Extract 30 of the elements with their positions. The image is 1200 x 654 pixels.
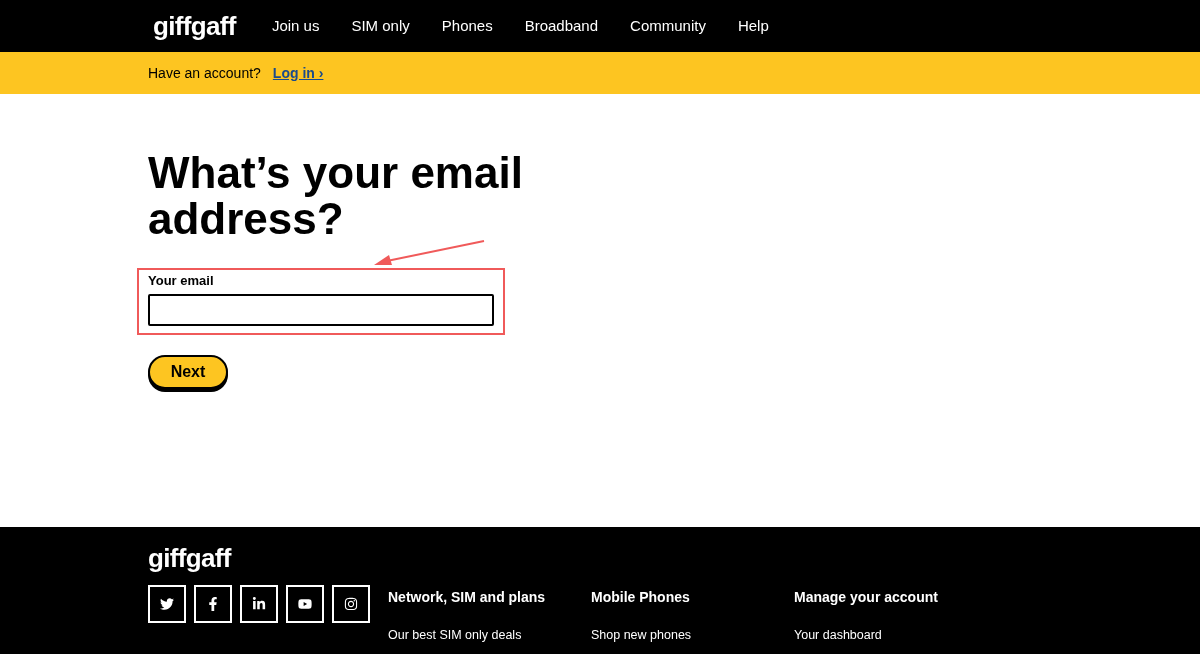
nav-link[interactable]: Phones [441, 14, 493, 38]
footer-heading: Network, SIM and plans [388, 588, 547, 607]
nav-link[interactable]: Join us [271, 14, 320, 38]
footer-heading: Mobile Phones [591, 588, 691, 607]
page-heading: What’s your email address? [148, 150, 524, 242]
footer-heading: Manage your account [794, 588, 939, 607]
email-field[interactable] [148, 293, 494, 326]
next-button[interactable]: Next [148, 354, 228, 389]
twitter-icon [160, 597, 174, 611]
nav-link[interactable]: SIM only [351, 14, 410, 38]
nav-link[interactable]: Broadband [524, 14, 599, 38]
social-link[interactable] [194, 585, 232, 623]
footer-link[interactable]: Our best SIM only deals [388, 626, 591, 645]
footer-link[interactable]: Shop new phones [591, 626, 794, 645]
login-link[interactable]: Log in › [272, 62, 324, 84]
footer-link[interactable]: Your dashboard [794, 626, 997, 645]
logo[interactable]: giffgaff [153, 6, 236, 46]
social-link[interactable] [332, 585, 370, 623]
nav-link[interactable]: Help [737, 14, 769, 38]
field-label: Your email [148, 272, 215, 290]
youtube-icon [298, 597, 312, 611]
account-prompt: Have an account? [148, 63, 261, 83]
instagram-icon [344, 597, 358, 611]
social-link[interactable] [148, 585, 186, 623]
facebook-icon [206, 597, 220, 611]
social-link[interactable] [286, 585, 324, 623]
social-link[interactable] [240, 585, 278, 623]
footer-logo: giffgaff [148, 543, 233, 573]
linkedin-icon [252, 597, 266, 611]
nav-link[interactable]: Community [630, 14, 706, 38]
